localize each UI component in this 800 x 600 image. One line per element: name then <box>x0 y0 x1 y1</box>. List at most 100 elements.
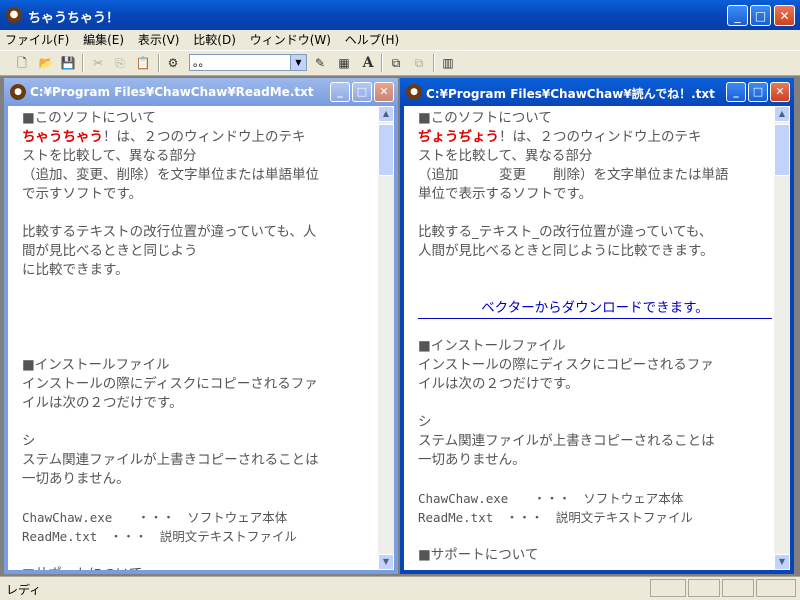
text-line: ステム関連ファイルが上書きコピーされることは <box>22 452 319 468</box>
status-cell <box>722 579 754 597</box>
right-maximize-button[interactable]: □ <box>748 82 768 102</box>
toolbar-separator <box>381 54 383 72</box>
mdi-area: ● C:¥Program Files¥ChawChaw¥ReadMe.txt _… <box>0 76 800 576</box>
tile-icon[interactable]: ▥ <box>438 54 458 72</box>
left-minimize-button[interactable]: _ <box>330 82 350 102</box>
text-line: 比較するテキストの改行位置が違っていても、人 <box>22 224 317 240</box>
text-line: ストを比較して、異なる部分 <box>22 148 197 164</box>
text-line: ReadMe.txt ・・・ 説明文テキストファイル <box>418 510 693 525</box>
right-minimize-button[interactable]: _ <box>726 82 746 102</box>
text-line: に比較できます。 <box>22 262 129 278</box>
status-cell <box>688 579 720 597</box>
font-icon[interactable]: A <box>358 54 378 72</box>
text-line <box>418 280 772 299</box>
marker-icon[interactable]: ✎ <box>310 54 330 72</box>
minimize-button[interactable]: _ <box>727 5 748 26</box>
text-line: ベクターからダウンロードできます。 <box>418 299 772 319</box>
text-line: 単位で表示するソフトです。 <box>418 186 593 202</box>
maximize-button[interactable]: □ <box>750 5 771 26</box>
text-line: 間が見比べるときと同じよう <box>22 243 198 259</box>
text-line: （追加 変更 削除）を文字単位または単語 <box>418 167 729 183</box>
left-maximize-button[interactable]: □ <box>352 82 372 102</box>
document-icon[interactable]: ● <box>406 84 422 100</box>
close-button[interactable]: ✕ <box>774 5 795 26</box>
text-line <box>22 318 376 337</box>
compare-icon[interactable]: ⚙ <box>163 54 183 72</box>
menu-bar: ファイル(F) 編集(E) 表示(V) 比較(D) ウィンドウ(W) ヘルプ(H… <box>0 30 800 50</box>
text-line: ■このソフトについて <box>418 110 552 126</box>
menu-file[interactable]: ファイル(F) <box>0 30 74 50</box>
menu-help[interactable]: ヘルプ(H) <box>340 30 404 50</box>
save-icon[interactable]: 💾 <box>58 54 78 72</box>
text-line: ChawChaw.exe ・・・ ソフトウェア本体 <box>22 510 288 525</box>
left-text-lines: ■このソフトについて ちゃうちゃう！は、２つのウィンドウ上のテキ ストを比較して、異… <box>22 109 376 570</box>
left-scrollbar[interactable]: ▲ ▼ <box>378 106 394 570</box>
right-scrollbar[interactable]: ▲ ▼ <box>774 106 790 570</box>
cut-icon[interactable]: ✂ <box>88 54 108 72</box>
app-icon[interactable]: ● <box>6 7 22 23</box>
copy-icon[interactable]: ⎘ <box>110 54 130 72</box>
text-line: ■サポートについて <box>22 565 376 570</box>
status-text: レディ <box>6 583 42 597</box>
window-icon[interactable]: ⧉ <box>386 54 406 72</box>
scroll-down-icon[interactable]: ▼ <box>378 554 394 570</box>
color-icon[interactable]: ▦ <box>334 54 354 72</box>
text-line: イルは次の２つだけです。 <box>22 395 183 411</box>
toolbar-separator <box>158 54 160 72</box>
right-text-area[interactable]: ■このソフトについてぢょうぢょう！は、２つのウィンドウ上のテキ ストを比較して、異… <box>404 106 774 570</box>
text-line: ■このソフトについて <box>22 110 156 126</box>
menu-window[interactable]: ウィンドウ(W) <box>245 30 336 50</box>
text-line: ■インストールファイル <box>418 338 566 354</box>
text-line: 人間が見比べるときと同じように比較できます。 <box>418 243 714 259</box>
scroll-up-icon[interactable]: ▲ <box>378 106 394 122</box>
left-close-button[interactable]: ✕ <box>374 82 394 102</box>
menu-edit[interactable]: 編集(E) <box>78 30 129 50</box>
paste-icon[interactable]: 📋 <box>133 54 153 72</box>
left-window-titlebar[interactable]: ● C:¥Program Files¥ChawChaw¥ReadMe.txt _… <box>4 78 398 106</box>
text-line <box>22 280 376 299</box>
text-line: ChawChaw.exe ・・・ ソフトウェア本体 <box>418 491 684 506</box>
status-bar: レディ <box>0 576 800 600</box>
text-line: シ <box>22 433 36 449</box>
text-line: インストールの際にディスクにコピーされるファ <box>22 376 318 392</box>
app-title: ちゃうちゃう！ <box>28 11 120 26</box>
scroll-thumb[interactable] <box>378 124 394 176</box>
scroll-up-icon[interactable]: ▲ <box>774 106 790 122</box>
scroll-thumb[interactable] <box>774 124 790 176</box>
document-icon[interactable]: ● <box>10 84 26 100</box>
left-window-title: C:¥Program Files¥ChawChaw¥ReadMe.txt <box>30 85 314 99</box>
menu-compare[interactable]: 比較(D) <box>188 30 241 50</box>
text-line: インストールの際にディスクにコピーされるファ <box>418 357 714 373</box>
left-document-window[interactable]: ● C:¥Program Files¥ChawChaw¥ReadMe.txt _… <box>4 78 398 574</box>
right-close-button[interactable]: ✕ <box>770 82 790 102</box>
right-window-titlebar[interactable]: ● C:¥Program Files¥ChawChaw¥読んでね！.txt _ … <box>400 78 794 106</box>
text-line <box>418 394 772 413</box>
menu-view[interactable]: 表示(V) <box>133 30 185 50</box>
text-line <box>418 527 772 546</box>
text-line: シ <box>418 414 432 430</box>
chevron-down-icon[interactable]: ▼ <box>290 55 306 70</box>
text-line: 一切ありません。 <box>22 471 130 487</box>
text-line <box>418 318 772 337</box>
text-line <box>418 470 772 489</box>
separator-combo[interactable]: 。。 ▼ <box>189 54 307 71</box>
text-line: ぢょうぢょう！は、２つのウィンドウ上のテキ <box>418 129 702 145</box>
toolbar: 🗋 📂 💾 ✂ ⎘ 📋 ⚙ 。。 ▼ ✎ ▦ A ⧉ ⧉ ▥ <box>0 50 800 76</box>
text-line <box>22 489 376 508</box>
right-document-window[interactable]: ● C:¥Program Files¥ChawChaw¥読んでね！.txt _ … <box>400 78 794 574</box>
text-line: ストを比較して、異なる部分 <box>418 148 593 164</box>
text-line <box>22 337 376 356</box>
text-line: ステム関連ファイルが上書きコピーされることは <box>418 433 715 449</box>
new-file-icon[interactable]: 🗋 <box>12 54 32 72</box>
right-text-lines: ■このソフトについてぢょうぢょう！は、２つのウィンドウ上のテキ ストを比較して、異… <box>418 109 772 565</box>
toolbar-separator <box>433 54 435 72</box>
text-line: 一切ありません。 <box>418 452 526 468</box>
text-line <box>22 546 376 565</box>
window-disabled-icon[interactable]: ⧉ <box>409 54 429 72</box>
text-line: 比較する_テキスト_の改行位置が違っていても、 <box>418 224 713 240</box>
scroll-down-icon[interactable]: ▼ <box>774 554 790 570</box>
title-bar[interactable]: ● ちゃうちゃう！ _ □ ✕ <box>0 0 800 30</box>
open-folder-icon[interactable]: 📂 <box>36 54 56 72</box>
text-line <box>22 413 376 432</box>
left-text-area[interactable]: ■このソフトについて ちゃうちゃう！は、２つのウィンドウ上のテキ ストを比較して、異… <box>8 106 378 570</box>
